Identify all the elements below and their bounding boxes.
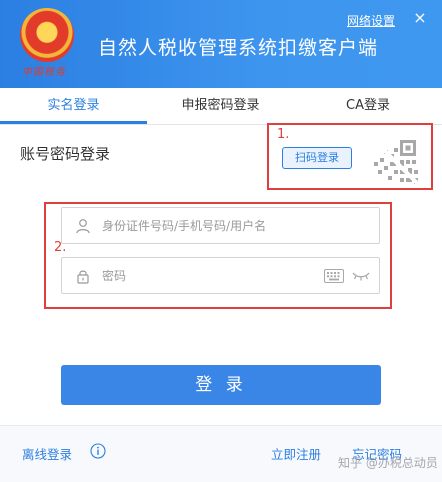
password-input[interactable] <box>102 264 302 287</box>
username-field[interactable] <box>61 207 380 244</box>
watermark-text: 知乎 @办税总动员 <box>338 456 438 470</box>
tab-declaration-password-login[interactable]: 申报密码登录 <box>147 88 294 124</box>
offline-login-link[interactable]: 离线登录 <box>22 444 72 463</box>
register-link[interactable]: 立即注册 <box>271 444 321 463</box>
active-tab-indicator <box>0 121 147 124</box>
username-input[interactable] <box>102 214 302 237</box>
section-title: 账号密码登录 <box>20 145 111 163</box>
annotation-label-1: 1. <box>277 127 290 142</box>
app-header: ★ 中国税务 自然人税收管理系统扣缴客户端 网络设置 × <box>0 0 442 88</box>
emblem-icon: ★ <box>20 8 74 62</box>
lock-icon <box>77 270 89 284</box>
eye-closed-icon[interactable] <box>352 270 370 282</box>
close-icon[interactable]: × <box>407 7 433 29</box>
tab-ca-login[interactable]: CA登录 <box>294 88 442 124</box>
password-field[interactable] <box>61 257 380 294</box>
info-icon[interactable] <box>90 443 106 459</box>
login-tabs: 实名登录 申报密码登录 CA登录 <box>0 88 442 125</box>
network-settings-link[interactable]: 网络设置 <box>347 12 395 29</box>
scan-login-button[interactable]: 扫码登录 <box>282 147 352 169</box>
logo-text: 中国税务 <box>22 67 66 77</box>
tab-real-name-login[interactable]: 实名登录 <box>0 88 147 124</box>
qr-code-icon[interactable] <box>370 136 420 186</box>
user-icon <box>76 219 90 234</box>
app-title: 自然人税收管理系统扣缴客户端 <box>98 37 379 59</box>
keyboard-icon[interactable] <box>324 269 344 283</box>
footer-bar: 离线登录 立即注册 忘记密码 知乎 @办税总动员 <box>0 425 442 482</box>
login-button[interactable]: 登 录 <box>61 365 381 405</box>
